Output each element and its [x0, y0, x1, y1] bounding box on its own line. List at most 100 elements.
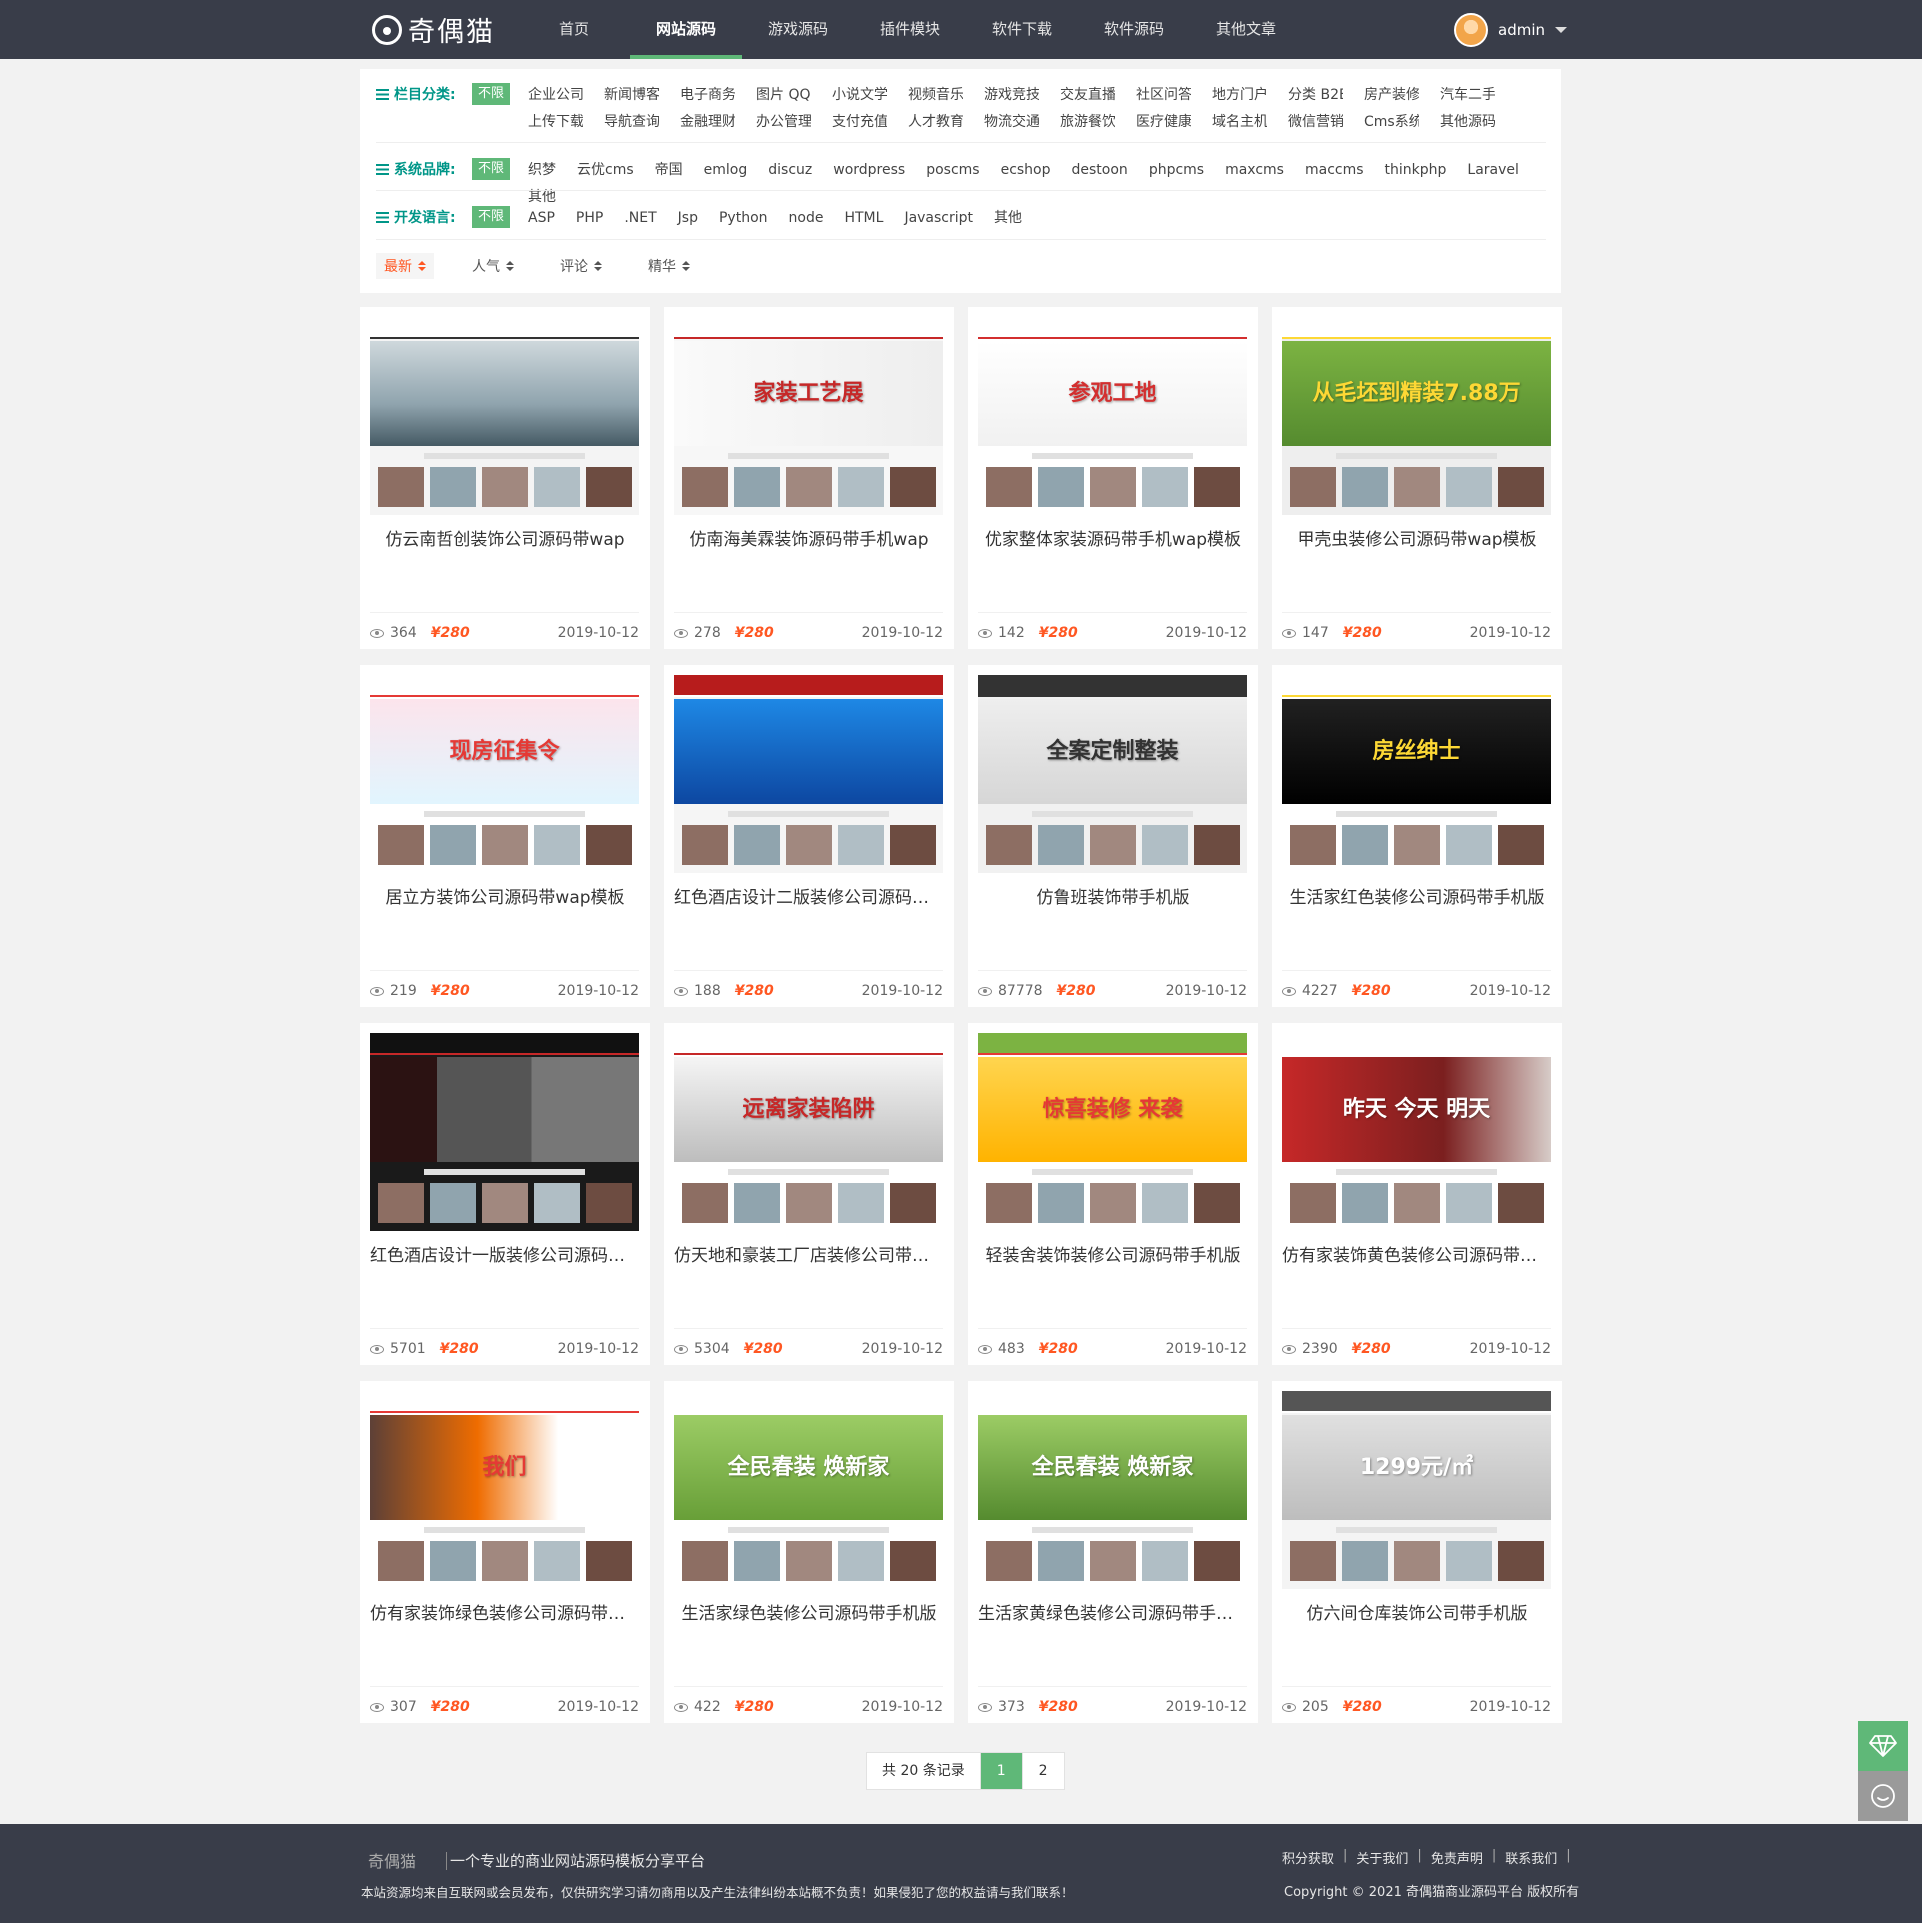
product-thumbnail[interactable]: 全民春装 焕新家 — [978, 1391, 1247, 1589]
product-title[interactable]: 仿有家装饰绿色装修公司源码带手机版 — [360, 1599, 650, 1624]
product-card[interactable]: 参观工地 优家整体家装源码带手机wap模板 142 ¥280 2019-10-12 — [968, 307, 1258, 649]
product-card[interactable]: 1299元/㎡ 仿六间仓库装饰公司带手机版 205 ¥280 2019-10-12 — [1272, 1381, 1562, 1723]
product-card[interactable]: 全民春装 焕新家 生活家黄绿色装修公司源码带手机版 373 ¥280 2019-10-1… — [968, 1381, 1258, 1723]
vip-diamond-button[interactable] — [1858, 1721, 1908, 1771]
footer-logo[interactable]: 奇偶猫 — [368, 1848, 416, 1872]
filter-tag[interactable]: 图片 QQ — [756, 83, 811, 110]
product-card[interactable]: 从毛坯到精装7.88万 甲壳虫装修公司源码带wap模板 147 ¥280 2019-10… — [1272, 307, 1562, 649]
filter-tag[interactable]: 企业公司 — [528, 83, 583, 110]
chat-button[interactable] — [1858, 1771, 1908, 1821]
filter-tag[interactable]: Cms系统 — [1364, 110, 1419, 137]
product-title[interactable]: 优家整体家装源码带手机wap模板 — [968, 525, 1258, 550]
filter-tag[interactable]: 视频音乐 — [908, 83, 963, 110]
filter-tag[interactable]: 物流交通 — [984, 110, 1039, 137]
sort-newest[interactable]: 最新 — [376, 253, 434, 279]
filter-tag[interactable]: phpcms — [1149, 158, 1204, 185]
filter-all-button[interactable]: 不限 — [472, 158, 511, 180]
product-thumbnail[interactable] — [370, 1033, 639, 1231]
avatar[interactable] — [1454, 13, 1488, 47]
sort-popular[interactable]: 人气 — [464, 253, 522, 279]
product-thumbnail[interactable]: 昨天 今天 明天 — [1282, 1033, 1551, 1231]
filter-tag[interactable]: 分类 B2B — [1288, 83, 1343, 110]
filter-tag[interactable]: 电子商务 — [680, 83, 735, 110]
filter-tag[interactable]: thinkphp — [1385, 158, 1447, 185]
product-title[interactable]: 红色酒店设计二版装修公司源码带手机版 — [664, 883, 954, 908]
product-title[interactable]: 仿云南哲创装饰公司源码带wap — [360, 525, 650, 550]
product-thumbnail[interactable]: 远离家装陷阱 — [674, 1033, 943, 1231]
product-thumbnail[interactable]: 全民春装 焕新家 — [674, 1391, 943, 1589]
page-1-button[interactable]: 1 — [980, 1753, 1023, 1789]
product-card[interactable]: 家装工艺展 仿南海美霖装饰源码带手机wap 278 ¥280 2019-10-12 — [664, 307, 954, 649]
product-title[interactable]: 居立方装饰公司源码带wap模板 — [360, 883, 650, 908]
filter-tag[interactable]: .NET — [624, 206, 656, 233]
filter-tag[interactable]: ASP — [528, 206, 555, 233]
filter-tag[interactable]: Javascript — [904, 206, 973, 233]
site-logo[interactable]: 奇偶猫 — [372, 10, 495, 49]
filter-tag[interactable]: 其他 — [994, 206, 1022, 233]
chevron-down-icon[interactable] — [1555, 27, 1567, 33]
product-title[interactable]: 轻装舍装饰装修公司源码带手机版 — [968, 1241, 1258, 1266]
product-thumbnail[interactable]: 全案定制整装 — [978, 675, 1247, 873]
product-title[interactable]: 生活家绿色装修公司源码带手机版 — [664, 1599, 954, 1624]
filter-tag[interactable]: 小说文学 — [832, 83, 887, 110]
product-title[interactable]: 仿鲁班装饰带手机版 — [968, 883, 1258, 908]
footer-link-about[interactable]: 关于我们 — [1356, 1848, 1408, 1867]
filter-tag[interactable]: 房产装修 — [1364, 83, 1419, 110]
nav-home[interactable]: 首页 — [518, 0, 630, 59]
filter-tag[interactable]: 金融理财 — [680, 110, 735, 137]
product-thumbnail[interactable]: 惊喜装修 来袭 — [978, 1033, 1247, 1231]
filter-tag[interactable]: 医疗健康 — [1136, 110, 1191, 137]
product-card[interactable]: 房丝绅士 生活家红色装修公司源码带手机版 4227 ¥280 2019-10-12 — [1272, 665, 1562, 1007]
product-thumbnail[interactable]: 1299元/㎡ — [1282, 1391, 1551, 1589]
product-card[interactable]: 现房征集令 居立方装饰公司源码带wap模板 219 ¥280 2019-10-12 — [360, 665, 650, 1007]
product-title[interactable]: 仿南海美霖装饰源码带手机wap — [664, 525, 954, 550]
nav-software-download[interactable]: 软件下载 — [966, 0, 1078, 59]
filter-tag[interactable]: 微信营销 — [1288, 110, 1343, 137]
sort-featured[interactable]: 精华 — [640, 253, 698, 279]
filter-all-button[interactable]: 不限 — [472, 206, 511, 228]
product-thumbnail[interactable]: 从毛坯到精装7.88万 — [1282, 317, 1551, 515]
filter-tag[interactable]: wordpress — [833, 158, 905, 185]
footer-link-points[interactable]: 积分获取 — [1282, 1848, 1334, 1867]
product-card[interactable]: 仿云南哲创装饰公司源码带wap 364 ¥280 2019-10-12 — [360, 307, 650, 649]
filter-tag[interactable]: node — [789, 206, 824, 233]
filter-all-button[interactable]: 不限 — [472, 83, 511, 105]
product-thumbnail[interactable]: 家装工艺展 — [674, 317, 943, 515]
nav-other-articles[interactable]: 其他文章 — [1190, 0, 1302, 59]
user-name[interactable]: admin — [1498, 21, 1545, 39]
filter-tag[interactable]: 域名主机 — [1212, 110, 1267, 137]
product-card[interactable]: 红色酒店设计二版装修公司源码带手机版 188 ¥280 2019-10-12 — [664, 665, 954, 1007]
product-thumbnail[interactable] — [674, 675, 943, 873]
product-thumbnail[interactable]: 参观工地 — [978, 317, 1247, 515]
filter-tag[interactable]: Laravel — [1467, 158, 1519, 185]
product-thumbnail[interactable]: 我们 — [370, 1391, 639, 1589]
filter-tag[interactable]: discuz — [768, 158, 812, 185]
product-thumbnail[interactable]: 现房征集令 — [370, 675, 639, 873]
nav-game-source[interactable]: 游戏源码 — [742, 0, 854, 59]
footer-link-contact[interactable]: 联系我们 — [1505, 1848, 1557, 1867]
filter-tag[interactable]: 云优cms — [577, 158, 634, 185]
filter-tag[interactable]: 新闻博客 — [604, 83, 659, 110]
product-card[interactable]: 红色酒店设计一版装修公司源码带手机版 5701 ¥280 2019-10-12 — [360, 1023, 650, 1365]
product-title[interactable]: 甲壳虫装修公司源码带wap模板 — [1272, 525, 1562, 550]
product-title[interactable]: 仿有家装饰黄色装修公司源码带手机版 — [1272, 1241, 1562, 1266]
footer-link-disclaimer[interactable]: 免责声明 — [1431, 1848, 1483, 1867]
filter-tag[interactable]: 地方门户 — [1212, 83, 1267, 110]
product-card[interactable]: 全案定制整装 仿鲁班装饰带手机版 87778 ¥280 2019-10-12 — [968, 665, 1258, 1007]
product-title[interactable]: 仿六间仓库装饰公司带手机版 — [1272, 1599, 1562, 1624]
product-title[interactable]: 仿天地和豪装工厂店装修公司带手机版 — [664, 1241, 954, 1266]
filter-tag[interactable]: 社区问答 — [1136, 83, 1191, 110]
filter-tag[interactable]: 织梦 — [528, 158, 556, 185]
filter-tag[interactable]: 交友直播 — [1060, 83, 1115, 110]
filter-tag[interactable]: 导航查询 — [604, 110, 659, 137]
product-card[interactable]: 我们 仿有家装饰绿色装修公司源码带手机版 307 ¥280 2019-10-12 — [360, 1381, 650, 1723]
filter-tag[interactable]: Python — [719, 206, 768, 233]
product-card[interactable]: 远离家装陷阱 仿天地和豪装工厂店装修公司带手机版 5304 ¥280 2019-10-1… — [664, 1023, 954, 1365]
filter-tag[interactable]: ecshop — [1001, 158, 1051, 185]
user-menu[interactable]: admin — [1454, 13, 1567, 47]
filter-tag[interactable]: HTML — [844, 206, 883, 233]
sort-comments[interactable]: 评论 — [552, 253, 610, 279]
product-title[interactable]: 红色酒店设计一版装修公司源码带手机版 — [360, 1241, 650, 1266]
filter-tag[interactable]: poscms — [926, 158, 979, 185]
page-2-button[interactable]: 2 — [1023, 1753, 1064, 1789]
